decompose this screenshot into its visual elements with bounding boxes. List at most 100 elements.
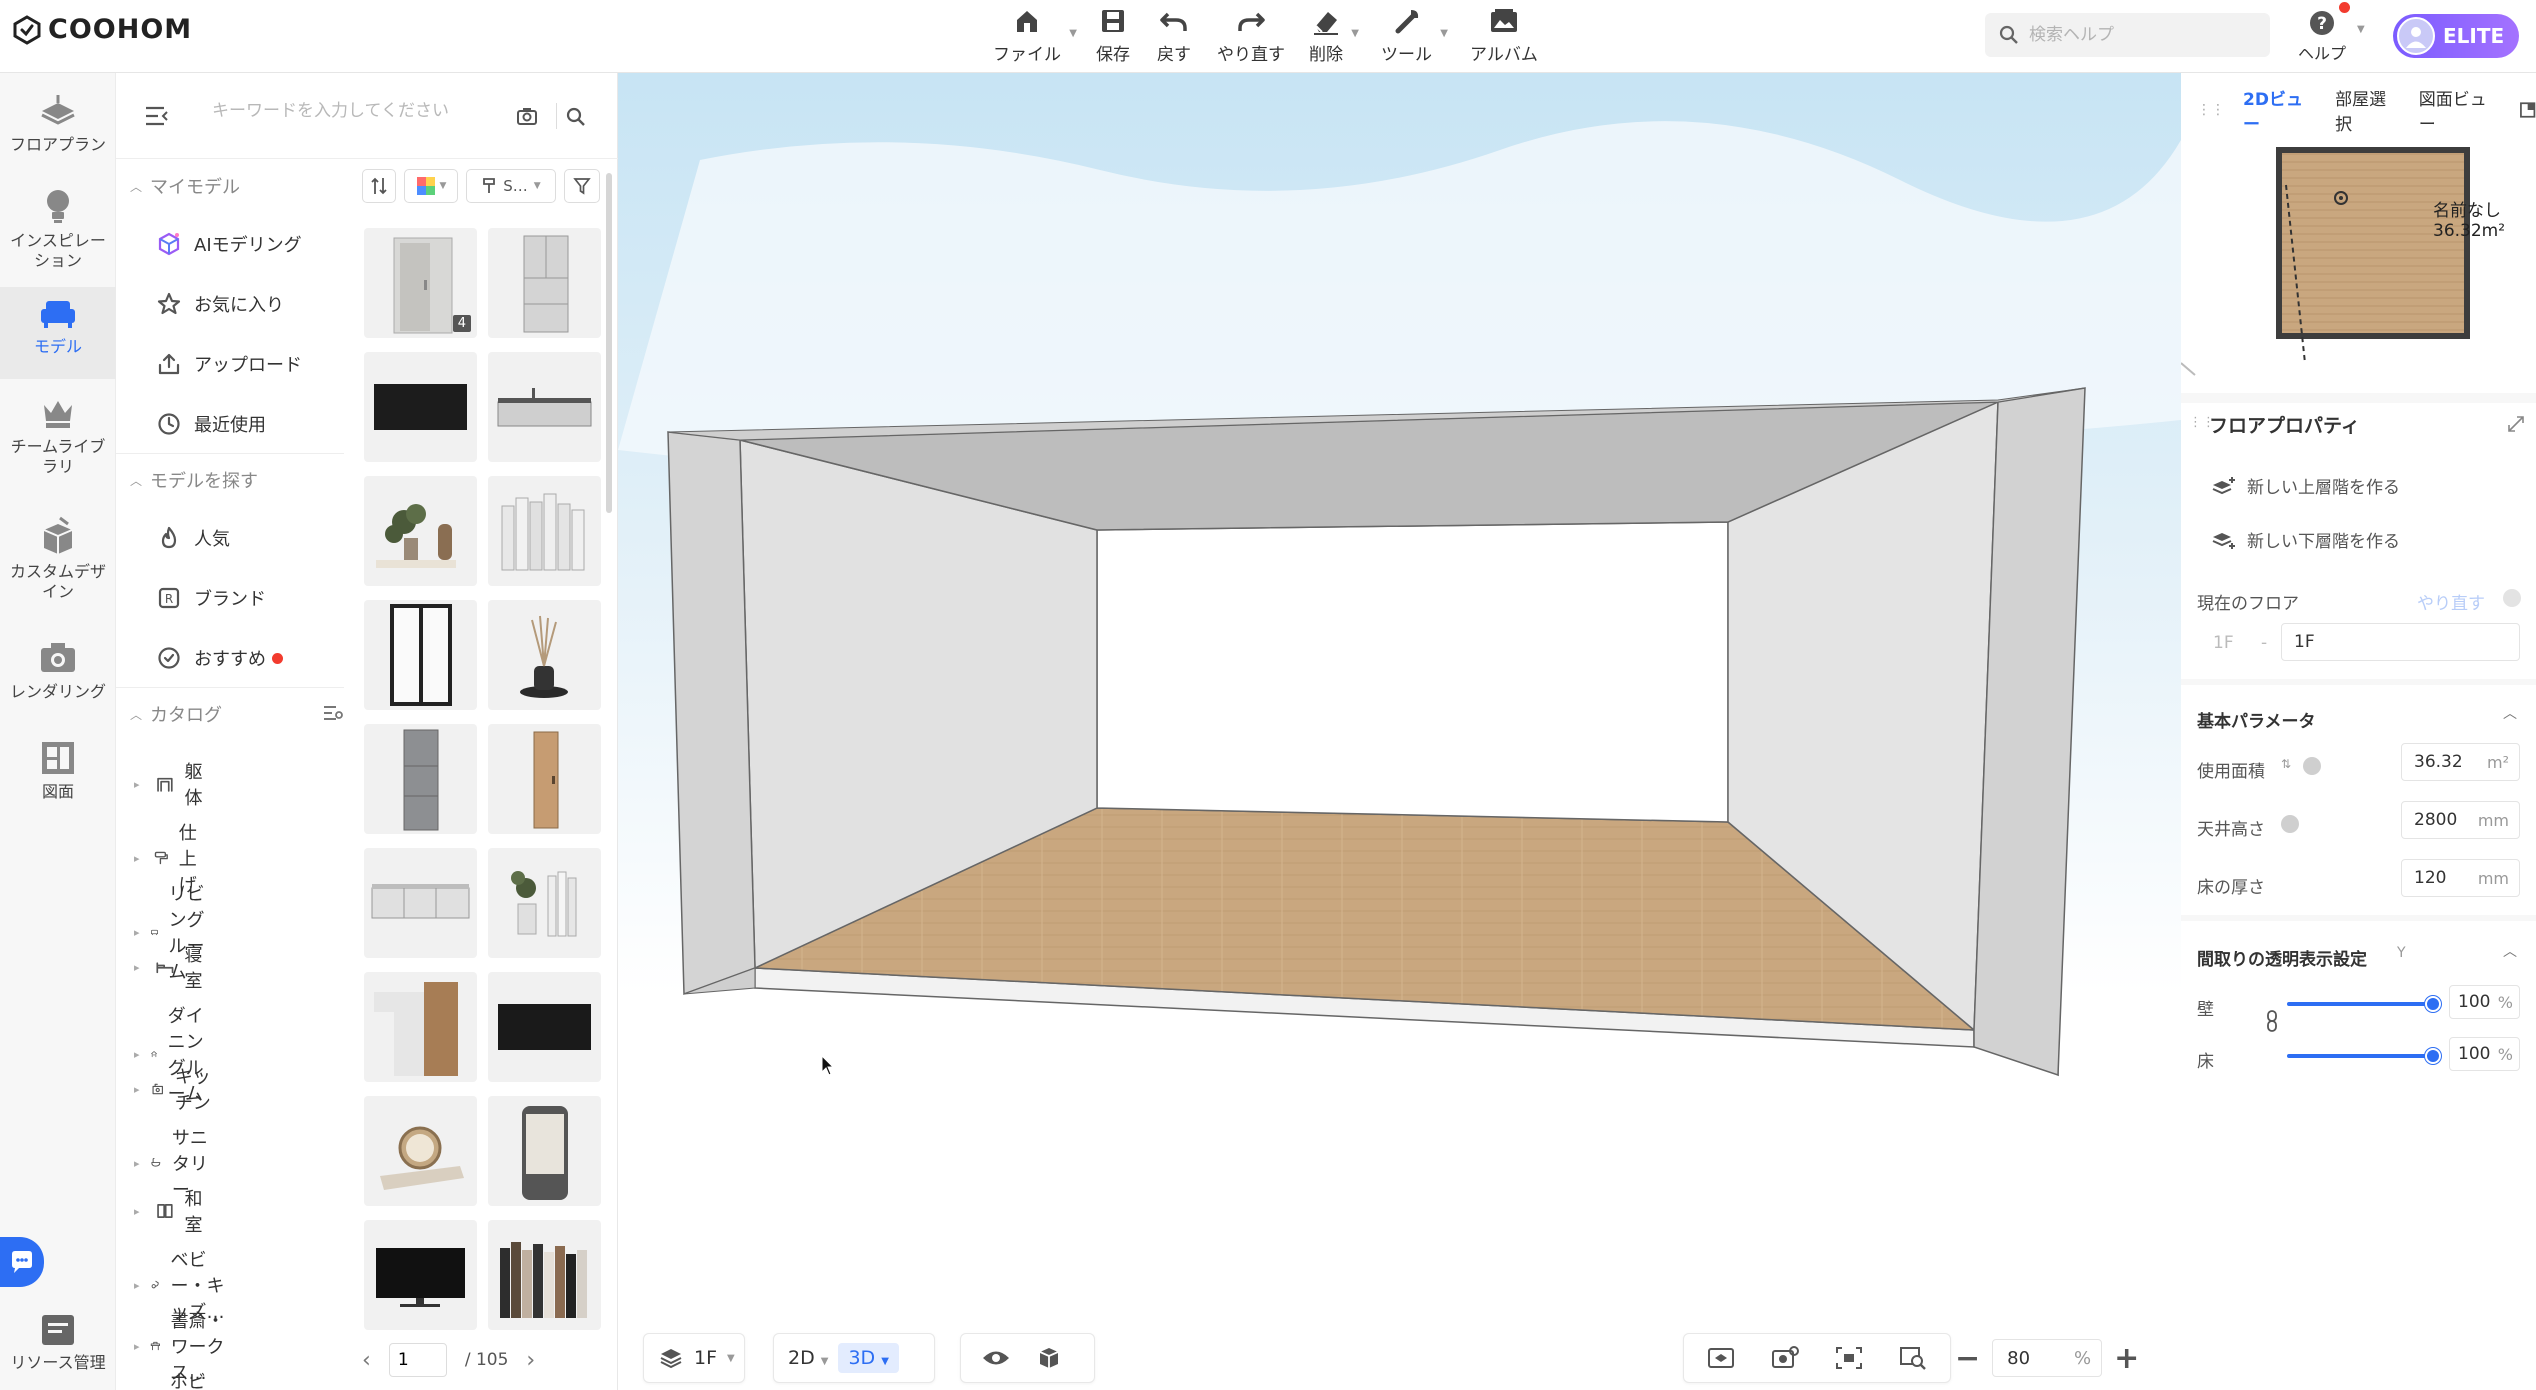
save-button[interactable]: 保存 [1096, 6, 1130, 65]
model-thumbnail-fridge[interactable] [488, 228, 601, 338]
catalog-item[interactable]: ▸ 和室 [134, 1185, 212, 1237]
catalog-settings-icon[interactable] [322, 703, 344, 723]
rail-item-floorplan[interactable]: フロアプラン [0, 93, 116, 183]
view-reset-icon[interactable] [1706, 1345, 1736, 1371]
area-field[interactable]: 36.32 m² [2401, 743, 2520, 781]
resource-management-button[interactable]: リソース管理 [0, 1313, 116, 1383]
model-thumbnail-kitchen-counter[interactable] [488, 352, 601, 462]
zoom-in-button[interactable]: + [2114, 1341, 2139, 1376]
tools-button[interactable]: ツール ▼ [1381, 6, 1448, 65]
logo[interactable]: COOHOM [12, 14, 192, 45]
rail-item-team-library[interactable]: チームライブ ラリ [0, 395, 116, 505]
next-page-icon[interactable]: › [526, 1348, 535, 1373]
model-thumbnail-diffuser[interactable] [488, 600, 601, 710]
model-thumbnail-black-panel[interactable] [488, 972, 601, 1082]
catalog-item[interactable]: ▸ キッチン [134, 1063, 212, 1115]
recommended-item[interactable]: おすすめ [156, 645, 283, 671]
rail-item-rendering[interactable]: レンダリング [0, 640, 116, 730]
ai-modeling-item[interactable]: AIモデリング [156, 231, 302, 257]
zoom-out-button[interactable]: − [1955, 1341, 1980, 1376]
ceiling-height-field[interactable]: 2800 mm [2401, 801, 2520, 839]
model-thumbnail-tv[interactable] [364, 1220, 477, 1330]
redo-link[interactable]: やり直す [2417, 589, 2485, 614]
model-thumbnail-tv-panel[interactable] [364, 352, 477, 462]
upload-item[interactable]: アップロード [156, 351, 302, 377]
redo-button[interactable]: やり直す [1217, 6, 1285, 65]
search-icon[interactable] [566, 107, 586, 127]
chevron-up-icon[interactable]: ︿ [2503, 703, 2517, 723]
catalog-item[interactable]: ▸ホビールーム [134, 1368, 212, 1390]
floor-opacity-slider[interactable] [2287, 1054, 2431, 1058]
user-elite-badge[interactable]: ELITE [2393, 14, 2519, 58]
model-thumbnail-sliding-door[interactable] [364, 600, 477, 710]
floor-name-input[interactable]: 1F [2281, 623, 2520, 661]
color-filter-button[interactable]: ▼ [404, 169, 458, 203]
floor-selector[interactable]: 1F ▼ [643, 1333, 745, 1383]
zoom-fit-icon[interactable] [1898, 1345, 1928, 1371]
album-button[interactable]: アルバム [1470, 6, 1538, 65]
my-models-header[interactable]: ︿ マイモデル [130, 173, 240, 199]
page-number-input[interactable] [388, 1343, 447, 1377]
image-search-icon[interactable] [516, 106, 538, 126]
wall-opacity-slider[interactable] [2287, 1002, 2431, 1006]
delete-button[interactable]: 削除 ▼ [1309, 6, 1359, 65]
library-scrollbar[interactable] [606, 173, 612, 513]
model-thumbnail-door[interactable]: 4 [364, 228, 477, 338]
favorites-item[interactable]: お気に入り [156, 291, 284, 317]
drag-handle-icon[interactable]: ⋮⋮ [2197, 102, 2225, 118]
wall-opacity-handle[interactable] [2425, 996, 2441, 1012]
keyword-search-input[interactable] [212, 101, 482, 121]
rail-item-drawing[interactable]: 図面 [0, 740, 116, 830]
rail-item-inspiration[interactable]: インスピレー ション [0, 185, 116, 297]
floor-opacity-handle[interactable] [2425, 1048, 2441, 1064]
style-filter-button[interactable]: S… ▼ [466, 169, 556, 203]
info-icon[interactable] [2503, 589, 2521, 607]
model-thumbnail-book-row[interactable] [488, 1220, 601, 1330]
mode-3d-button[interactable]: 3D ▼ [838, 1343, 899, 1373]
popular-item[interactable]: 人気 [156, 525, 230, 551]
wall-opacity-field[interactable]: 100 % [2449, 985, 2520, 1019]
rail-item-model[interactable]: モデル [0, 287, 116, 379]
brand-item[interactable]: R ブランド [156, 585, 266, 611]
file-button[interactable]: ファイル ▼ [993, 6, 1077, 65]
eye-icon[interactable] [981, 1347, 1011, 1369]
undo-button[interactable]: 戻す [1157, 6, 1191, 65]
focus-icon[interactable] [1834, 1345, 1864, 1371]
info-icon[interactable] [2281, 815, 2299, 833]
catalog-item[interactable]: ▸ 躯体 [134, 758, 212, 810]
refresh-icon[interactable]: ⇅ [2281, 757, 2291, 771]
model-thumbnail-wall-corner[interactable] [364, 972, 477, 1082]
model-thumbnail-decor-set[interactable] [488, 848, 601, 958]
info-icon[interactable] [2303, 757, 2321, 775]
chevron-up-icon[interactable]: ︿ [2503, 941, 2517, 961]
rail-item-custom-design[interactable]: カスタムデザ イン [0, 516, 116, 634]
model-thumbnail-clock[interactable] [364, 1096, 477, 1206]
3d-viewport[interactable] [618, 73, 2181, 1390]
cube-view-icon[interactable] [1035, 1344, 1063, 1372]
prev-page-icon[interactable]: ‹ [362, 1348, 371, 1373]
link-icon[interactable] [2265, 1009, 2279, 1033]
add-lower-floor-button[interactable]: 新しい下層階を作る [2211, 527, 2400, 552]
floor-opacity-field[interactable]: 100 % [2449, 1037, 2520, 1071]
collapse-menu-icon[interactable] [144, 105, 170, 127]
catalog-header[interactable]: ︿ カタログ [130, 701, 344, 727]
recent-item[interactable]: 最近使用 [156, 411, 266, 437]
help-search-input[interactable] [2029, 25, 2249, 45]
floor-thickness-field[interactable]: 120 mm [2401, 859, 2520, 897]
zoom-level-field[interactable]: 80 % [1992, 1339, 2103, 1377]
model-thumbnail-candle[interactable] [488, 1096, 601, 1206]
add-upper-floor-button[interactable]: 新しい上層階を作る [2211, 473, 2400, 498]
mode-2d-button[interactable]: 2D ▼ [788, 1347, 828, 1369]
camera-settings-icon[interactable] [1770, 1345, 1800, 1371]
y-toggle-icon[interactable]: Y [2397, 945, 2406, 961]
sort-button[interactable] [362, 169, 396, 203]
expand-icon[interactable] [2507, 415, 2525, 433]
help-button[interactable]: ? ヘルプ [2298, 2, 2351, 64]
model-thumbnail-tv-cabinet[interactable] [364, 848, 477, 958]
model-thumbnail-books[interactable] [488, 476, 601, 586]
help-search[interactable] [1985, 13, 2270, 57]
model-thumbnail-wood-door[interactable] [488, 724, 601, 834]
expand-panel-icon[interactable] [2519, 101, 2536, 119]
filter-button[interactable] [564, 169, 600, 203]
model-thumbnail-plant-decor[interactable] [364, 476, 477, 586]
